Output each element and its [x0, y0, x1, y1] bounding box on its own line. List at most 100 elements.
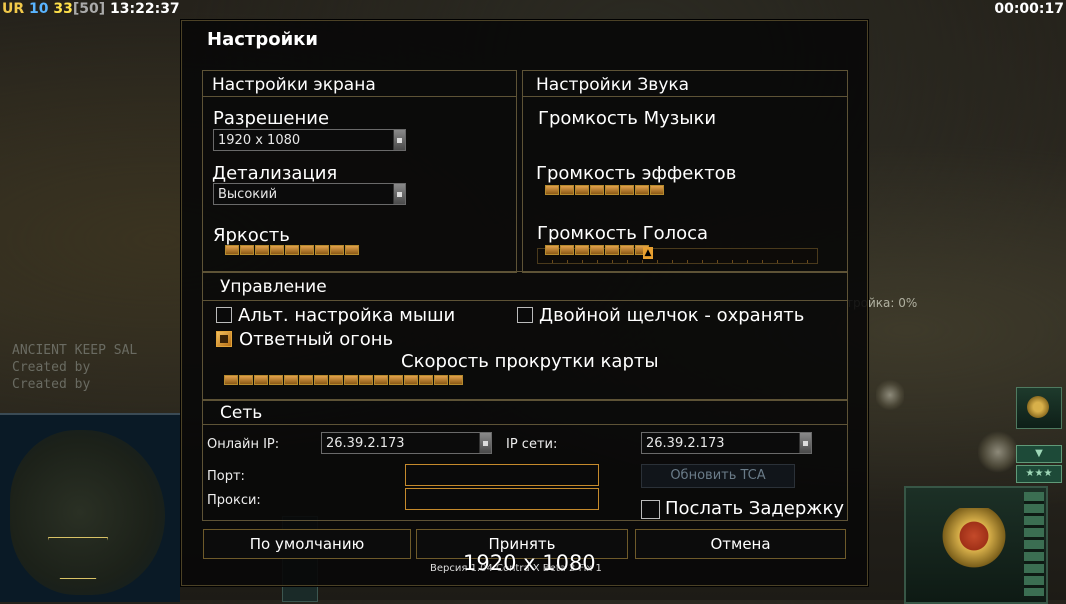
slider-segment — [404, 375, 418, 385]
effects-volume-label: Громкость эффектов — [536, 163, 737, 184]
detail-label: Детализация — [212, 163, 338, 184]
slider-segment — [620, 185, 634, 195]
brightness-slider[interactable] — [225, 245, 360, 257]
resolution-overlay: 1920 x 1080 — [463, 551, 596, 575]
divider — [203, 424, 847, 425]
hud-clock: 13:22:37 — [110, 1, 180, 17]
sound-settings-header: Настройки Звука — [536, 75, 690, 95]
scroll-speed-slider[interactable] — [224, 375, 464, 387]
screen-settings-panel: Настройки экрана Разрешение 1920 x 1080 … — [202, 70, 517, 273]
slider-segment — [254, 375, 268, 385]
dropdown-arrow-icon[interactable] — [393, 184, 405, 204]
slider-segment — [419, 375, 433, 385]
slider-segment — [314, 375, 328, 385]
slider-segment — [590, 245, 604, 255]
slider-segment — [605, 185, 619, 195]
lan-ip-value: 26.39.2.173 — [646, 436, 725, 451]
slider-segment — [374, 375, 388, 385]
hud-num3: [50] — [72, 1, 106, 17]
slider-segment — [299, 375, 313, 385]
slider-segment — [635, 185, 649, 195]
slider-segment — [434, 375, 448, 385]
sound-settings-panel: Настройки Звука Громкость Музыки Громкос… — [522, 70, 848, 273]
detail-select[interactable]: Высокий — [213, 183, 406, 205]
slider-segment — [359, 375, 373, 385]
resolution-label: Разрешение — [213, 108, 330, 129]
hud-num2: 33 — [53, 1, 73, 17]
double-click-checkbox[interactable] — [517, 307, 533, 323]
return-fire-checkbox[interactable] — [216, 331, 232, 347]
slider-segment — [329, 375, 343, 385]
slider-segment — [270, 245, 284, 255]
online-ip-select[interactable]: 26.39.2.173 — [321, 432, 492, 454]
faction-emblem-icon — [936, 508, 1012, 578]
general-rank-button[interactable] — [1016, 387, 1062, 429]
slider-segment — [605, 245, 619, 255]
alt-mouse-label: Альт. настройка мыши — [238, 305, 456, 326]
send-delay-label: Послать Задержку — [665, 498, 845, 519]
slider-segment — [330, 245, 344, 255]
slider-segment — [224, 375, 238, 385]
cancel-button[interactable]: Отмена — [635, 529, 846, 559]
proxy-label: Прокси: — [207, 493, 261, 508]
screen-settings-header: Настройки экрана — [212, 75, 376, 95]
slider-segment — [284, 375, 298, 385]
hud-ur-tag: UR — [2, 1, 25, 17]
resolution-select[interactable]: 1920 x 1080 — [213, 129, 406, 151]
scroll-speed-label: Скорость прокрутки карты — [401, 351, 659, 372]
dropdown-arrow-icon[interactable] — [479, 433, 491, 453]
dialog-title: Настройки — [207, 29, 319, 50]
alt-mouse-checkbox[interactable] — [216, 307, 232, 323]
star-rank-icon[interactable]: ★★★ — [1016, 465, 1062, 483]
network-header: Сеть — [220, 403, 263, 423]
slider-segment — [300, 245, 314, 255]
online-ip-label: Онлайн IP: — [207, 437, 280, 452]
hud-resources: UR 10 33[50] 13:22:37 — [2, 1, 180, 17]
slider-segment — [560, 185, 574, 195]
slider-segment — [285, 245, 299, 255]
effects-volume-slider[interactable] — [545, 185, 665, 197]
game-unit — [978, 430, 1018, 474]
slider-segment — [315, 245, 329, 255]
proxy-input[interactable] — [405, 488, 599, 510]
divider — [203, 96, 516, 97]
slider-segment — [560, 245, 574, 255]
voice-volume-label: Громкость Голоса — [537, 223, 709, 244]
game-unit — [876, 378, 904, 412]
dropdown-arrow-icon[interactable] — [799, 433, 811, 453]
control-settings-panel: Управление Альт. настройка мыши Двойной … — [202, 271, 848, 401]
lan-ip-select[interactable]: 26.39.2.173 — [641, 432, 812, 454]
slider-segment — [239, 375, 253, 385]
power-bar — [1024, 492, 1044, 596]
settings-dialog: Настройки Настройки экрана Разрешение 19… — [181, 20, 868, 586]
dropdown-arrow-icon[interactable] — [393, 130, 405, 150]
hud-timer: 00:00:17 — [994, 1, 1064, 17]
port-input[interactable] — [405, 464, 599, 486]
online-ip-value: 26.39.2.173 — [326, 436, 405, 451]
slider-segment — [590, 185, 604, 195]
slider-segment — [240, 245, 254, 255]
slider-segment — [650, 185, 664, 195]
voice-volume-slider[interactable] — [545, 245, 650, 257]
faction-portrait — [904, 486, 1048, 604]
slider-segment — [255, 245, 269, 255]
slider-segment — [344, 375, 358, 385]
network-settings-panel: Сеть Онлайн IP: 26.39.2.173 IP сети: 26.… — [202, 399, 848, 521]
minimap[interactable] — [0, 413, 180, 602]
return-fire-label: Ответный огонь — [239, 329, 394, 350]
map-sub2: Created by — [12, 377, 91, 392]
map-info: ANCIENT KEEP SAL Created by Created by — [12, 342, 137, 393]
slider-segment — [575, 245, 589, 255]
divider — [523, 96, 847, 97]
default-button[interactable]: По умолчанию — [203, 529, 411, 559]
divider — [203, 300, 847, 301]
slider-segment — [269, 375, 283, 385]
chevron-down-icon[interactable]: ▼ — [1016, 445, 1062, 463]
double-click-label: Двойной щелчок - охранять — [539, 305, 805, 326]
send-delay-checkbox[interactable] — [641, 500, 660, 519]
port-label: Порт: — [207, 469, 245, 484]
update-tca-button[interactable]: Обновить TCA — [641, 464, 795, 488]
voice-slider-thumb[interactable]: ▲ — [643, 247, 653, 259]
slider-segment — [545, 185, 559, 195]
slider-segment — [575, 185, 589, 195]
